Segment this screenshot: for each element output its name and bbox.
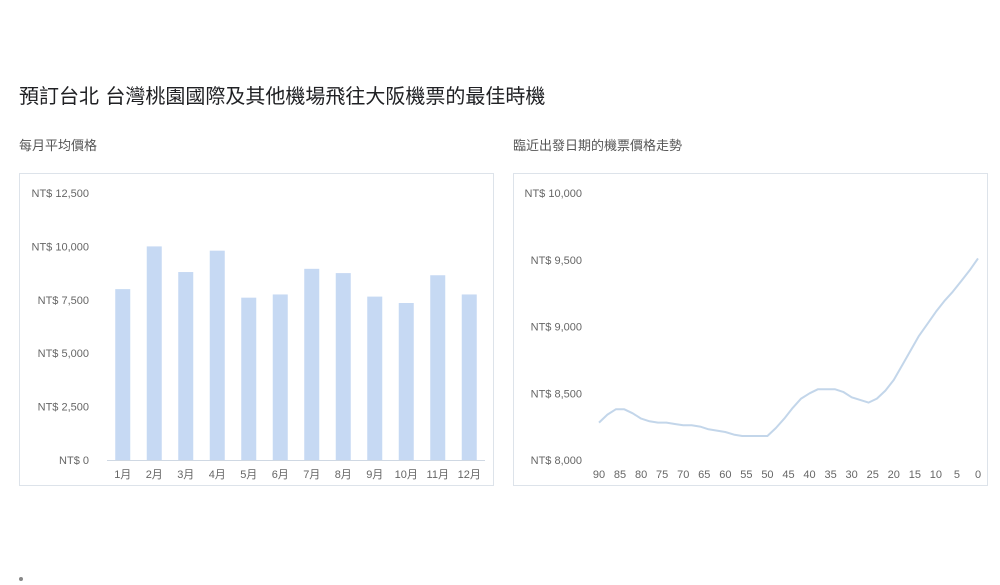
x-tick-label: 7月 xyxy=(303,469,320,481)
x-tick-label: 25 xyxy=(867,469,879,481)
x-tick-label: 1月 xyxy=(114,469,131,481)
bar xyxy=(209,250,225,460)
monthly-chart-title: 每月平均價格 xyxy=(19,139,98,154)
y-tick-label: NT$ 8,000 xyxy=(531,455,582,467)
page-title: 預訂台北 台灣桃園國際及其他機場飛往大阪機票的最佳時機 xyxy=(19,84,546,108)
price-trend-line-chart: NT$ 8,000 NT$ 8,500 NT$ 9,000 NT$ 9,500 NT$ … xyxy=(525,188,982,481)
trend-chart-title: 臨近出發日期的機票價格走勢 xyxy=(513,139,683,154)
bar xyxy=(304,268,320,460)
x-tick-label: 3月 xyxy=(177,469,194,481)
y-tick-label: NT$ 9,500 xyxy=(531,255,582,267)
x-tick-label: 20 xyxy=(888,469,900,481)
x-tick-label: 80 xyxy=(635,469,647,481)
x-tick-label: 60 xyxy=(719,469,731,481)
monthly-price-bar-chart: NT$ 0 NT$ 2,500 NT$ 5,000 NT$ 7,500 NT$ 10,0… xyxy=(32,188,485,481)
bar xyxy=(115,289,131,460)
bar xyxy=(146,246,162,460)
x-tick-label: 5月 xyxy=(240,469,257,481)
x-tick-label: 0 xyxy=(975,469,981,481)
price-trend-chart-panel: NT$ 8,000 NT$ 8,500 NT$ 9,000 NT$ 9,500 NT$ … xyxy=(513,173,988,486)
x-tick-label: 4月 xyxy=(209,469,226,481)
x-tick-label: 45 xyxy=(782,469,794,481)
bar xyxy=(178,272,194,460)
y-tick-label: NT$ 7,500 xyxy=(38,295,89,307)
y-tick-label: NT$ 9,000 xyxy=(531,322,582,334)
x-tick-label: 10 xyxy=(930,469,942,481)
x-tick-label: 8月 xyxy=(335,469,352,481)
x-tick-label: 90 xyxy=(593,469,605,481)
bar xyxy=(335,273,351,460)
y-tick-label: NT$ 10,000 xyxy=(32,241,89,253)
y-tick-label: NT$ 5,000 xyxy=(38,348,89,360)
x-tick-label: 9月 xyxy=(366,469,383,481)
y-tick-label: NT$ 12,500 xyxy=(32,188,89,200)
x-tick-label: 65 xyxy=(698,469,710,481)
x-tick-label: 55 xyxy=(740,469,752,481)
x-tick-label: 85 xyxy=(614,469,626,481)
price-trend-line xyxy=(598,257,979,437)
bar xyxy=(461,294,477,460)
x-tick-label: 15 xyxy=(909,469,921,481)
x-tick-label: 11月 xyxy=(427,469,449,481)
x-tick-label: 6月 xyxy=(272,469,289,481)
bar xyxy=(430,275,446,460)
monthly-price-chart-panel: NT$ 0 NT$ 2,500 NT$ 5,000 NT$ 7,500 NT$ 10,0… xyxy=(19,173,494,486)
bar xyxy=(367,296,383,460)
y-tick-label: NT$ 8,500 xyxy=(531,388,582,400)
bar xyxy=(272,294,288,460)
x-tick-label: 2月 xyxy=(146,469,163,481)
bar xyxy=(241,297,257,460)
x-tick-label: 30 xyxy=(846,469,858,481)
x-tick-label: 12月 xyxy=(458,469,481,481)
bullet-dot xyxy=(19,577,23,581)
x-tick-label: 5 xyxy=(954,469,960,481)
x-tick-label: 50 xyxy=(761,469,773,481)
y-tick-label: NT$ 2,500 xyxy=(38,402,89,414)
x-tick-label: 75 xyxy=(656,469,668,481)
x-tick-label: 35 xyxy=(824,469,836,481)
y-tick-label: NT$ 0 xyxy=(59,455,89,467)
bar xyxy=(398,303,414,460)
x-tick-label: 40 xyxy=(803,469,815,481)
x-tick-label: 70 xyxy=(677,469,689,481)
x-tick-label: 10月 xyxy=(395,469,418,481)
y-tick-label: NT$ 10,000 xyxy=(525,188,582,200)
